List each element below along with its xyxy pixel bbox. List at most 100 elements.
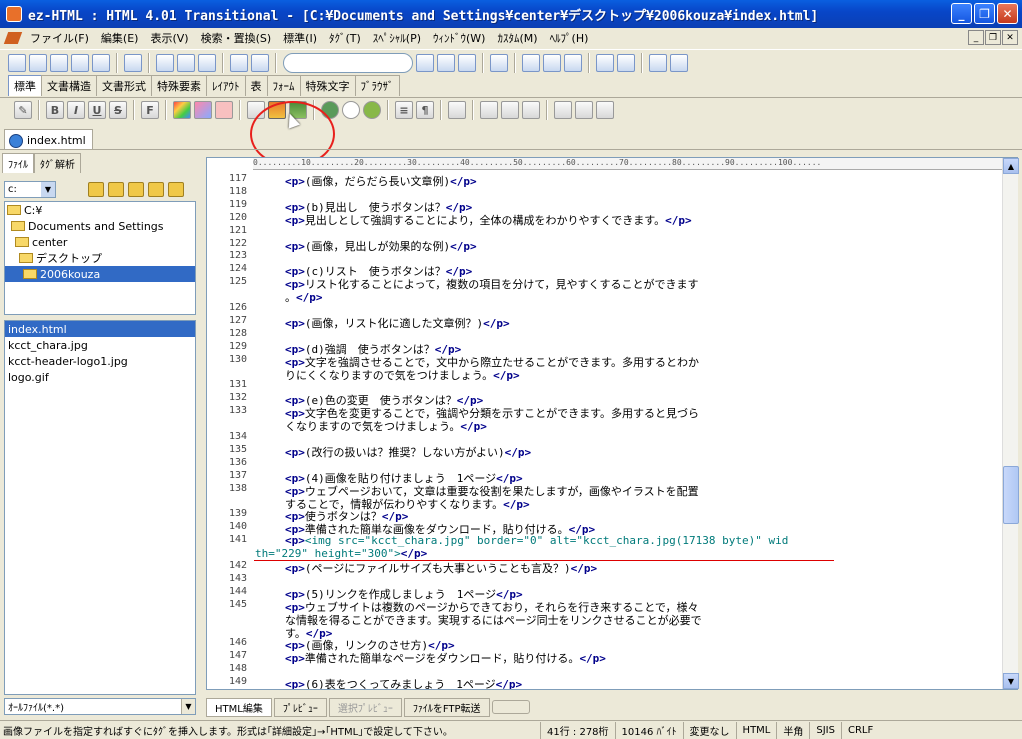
menu-custom[interactable]: ｶｽﾀﾑ(M)	[491, 30, 543, 46]
tab-special-chars[interactable]: 特殊文字	[299, 75, 356, 96]
code-line[interactable]: 134	[207, 431, 1007, 444]
tab-standard[interactable]: 標準	[8, 75, 42, 96]
scroll-up-icon[interactable]: ▲	[1003, 158, 1019, 174]
scroll-down-icon[interactable]: ▼	[1003, 673, 1019, 689]
tag-remove-icon[interactable]	[522, 101, 540, 119]
stop-tag-icon[interactable]	[596, 101, 614, 119]
code-line[interactable]: 。</p>	[207, 289, 1007, 304]
edit-icon[interactable]: ✎	[14, 101, 32, 119]
code-line[interactable]: 118	[207, 186, 1007, 199]
code-line[interactable]: 121	[207, 225, 1007, 238]
code-line[interactable]: 122 <p>(画像，見出しが効果的な例)</p>	[207, 238, 1007, 253]
restore-button[interactable]: ❐	[974, 3, 995, 24]
code-line[interactable]: 144 <p>(5)リンクを作成しましょう 1ページ</p>	[207, 586, 1007, 601]
tab-layout[interactable]: ﾚｲｱｳﾄ	[206, 75, 246, 96]
scrollbar-thumb[interactable]	[1003, 466, 1019, 524]
code-line[interactable]: 147 <p>準備された簡単なページをダウンロード，貼り付ける。</p>	[207, 650, 1007, 665]
tab-preview[interactable]: ﾌﾟﾚﾋﾞｭｰ	[273, 697, 327, 717]
open-folder-icon[interactable]	[29, 53, 47, 72]
menu-tag[interactable]: ﾀｸﾞ(T)	[323, 30, 367, 46]
paste-icon[interactable]	[198, 53, 216, 72]
menu-window[interactable]: ｳｨﾝﾄﾞｳ(W)	[427, 30, 491, 46]
file-filter-select[interactable]: ｵｰﾙﾌｧｲﾙ(*.*) ▼	[4, 698, 196, 715]
tab-tag-analysis[interactable]: ﾀｸﾞ解析	[34, 153, 81, 173]
undo-icon[interactable]	[230, 53, 248, 72]
save-icon[interactable]	[71, 53, 89, 72]
code-line[interactable]: 135 <p>(改行の扱いは？推奨？しない方がよい)</p>	[207, 444, 1007, 459]
tree-item-documents[interactable]: Documents and Settings	[5, 218, 195, 234]
paragraph-icon[interactable]: ¶	[416, 101, 434, 119]
list-item[interactable]: kcct_chara.jpg	[5, 337, 195, 353]
tree-item-center[interactable]: center	[5, 234, 195, 250]
font-button[interactable]: F	[141, 101, 159, 119]
strike-button[interactable]: S	[109, 101, 127, 119]
tree-item-2006kouza[interactable]: 2006kouza	[5, 266, 195, 282]
tab-selection-preview[interactable]: 選択ﾌﾟﾚﾋﾞｭｰ	[328, 697, 402, 717]
code-line[interactable]: 136	[207, 457, 1007, 470]
code-line[interactable]: くなりますので気をつけましょう。</p>	[207, 418, 1007, 433]
bold-button[interactable]: B	[46, 101, 64, 119]
code-line[interactable]: th="229" height="300"></p>	[207, 547, 1007, 560]
tab-form[interactable]: ﾌｫｰﾑ	[266, 75, 301, 96]
mdi-minimize-button[interactable]: _	[968, 30, 984, 45]
search-input[interactable]	[283, 52, 413, 73]
code-line[interactable]: 148	[207, 663, 1007, 676]
tab-ftp-transfer[interactable]: ﾌｧｲﾙをFTP転送	[403, 697, 490, 717]
code-line[interactable]: 146 <p>(画像，リンクのさせ方)</p>	[207, 637, 1007, 652]
code-line[interactable]: することで，情報が伝わりやすくなります。</p>	[207, 496, 1007, 511]
code-line[interactable]: 139 <p>使うボタンは？</p>	[207, 508, 1007, 523]
tree-item-drive[interactable]: C:¥	[5, 202, 195, 218]
code-text[interactable]: <p><img src="kcct_chara.jpg" border="0" …	[285, 534, 788, 547]
tab-special-elements[interactable]: 特殊要素	[151, 75, 207, 96]
code-line[interactable]: 137 <p>(4)画像を貼り付けましょう 1ページ</p>	[207, 470, 1007, 485]
folder-up-icon[interactable]	[128, 181, 144, 197]
menu-file[interactable]: ファイル(F)	[24, 30, 95, 46]
tag-icon[interactable]	[501, 101, 519, 119]
code-line[interactable]: 142 <p>(ページにファイルサイズも大事ということも言及？)</p>	[207, 560, 1007, 575]
menu-edit[interactable]: 編集(E)	[95, 30, 145, 46]
folder-tree[interactable]: C:¥ Documents and Settings center デスクトップ…	[4, 201, 196, 315]
close-button[interactable]: ✕	[997, 3, 1018, 24]
compass-icon[interactable]	[363, 101, 381, 119]
save-all-icon[interactable]	[92, 53, 110, 72]
copy-icon[interactable]	[177, 53, 195, 72]
tab-browser[interactable]: ﾌﾞﾗｳｻﾞ	[354, 75, 400, 96]
tab-format[interactable]: 文書形式	[96, 75, 152, 96]
tree-item-desktop[interactable]: デスクトップ	[5, 250, 195, 266]
document-tab-index[interactable]: index.html	[4, 129, 93, 149]
stop-icon[interactable]	[50, 53, 68, 72]
code-text[interactable]: <p>(6)表をつくってみましょう 1ページ</p>	[285, 676, 522, 689]
code-line[interactable]: 119 <p>(b)見出し 使うボタンは？</p>	[207, 199, 1007, 214]
code-line[interactable]: 129 <p>(d)強調 使うボタンは？</p>	[207, 341, 1007, 356]
mdi-restore-button[interactable]: ❐	[985, 30, 1001, 45]
arrow-out-icon[interactable]	[575, 101, 593, 119]
code-line[interactable]: 138 <p>ウェブページおいて，文章は重要な役割を果たしますが，画像やイラストを…	[207, 483, 1007, 498]
code-editor[interactable]: 0.........10.........20.........30......…	[206, 157, 1018, 690]
code-line[interactable]: す。</p>	[207, 625, 1007, 640]
underline-button[interactable]: U	[88, 101, 106, 119]
cascade-icon[interactable]	[522, 53, 540, 72]
tile-horizontal-icon[interactable]	[543, 53, 561, 72]
folder-search-icon[interactable]	[148, 181, 164, 197]
menu-special[interactable]: ｽﾍﾟｼｬﾙ(P)	[367, 30, 427, 46]
code-line[interactable]: 127 <p>(画像，リスト化に適した文章例？)</p>	[207, 315, 1007, 330]
tab-file[interactable]: ﾌｧｲﾙ	[2, 153, 34, 173]
folder-new-icon[interactable]	[88, 181, 104, 197]
file-list[interactable]: index.html kcct_chara.jpg kcct-header-lo…	[4, 320, 196, 695]
redo-icon[interactable]	[251, 53, 269, 72]
code-line[interactable]: 131	[207, 379, 1007, 392]
arrow-in-icon[interactable]	[554, 101, 572, 119]
horizontal-rule-icon[interactable]: ≡	[395, 101, 413, 119]
folder-open-icon[interactable]	[108, 181, 124, 197]
code-text[interactable]: th="229" height="300"></p>	[255, 547, 427, 560]
menu-view[interactable]: 表示(V)	[144, 30, 194, 46]
minimize-button[interactable]: _	[951, 3, 972, 24]
pencil-icon[interactable]	[480, 101, 498, 119]
new-file-icon[interactable]	[8, 53, 26, 72]
color-palette-icon[interactable]	[173, 101, 191, 119]
background-color-icon[interactable]	[194, 101, 212, 119]
code-line[interactable]: 117 <p>(画像，だらだら長い文章例)</p>	[207, 173, 1007, 188]
folder-refresh-icon[interactable]	[168, 181, 184, 197]
vertical-scrollbar[interactable]: ▲ ▼	[1002, 158, 1019, 689]
menu-search[interactable]: 検索・置換(S)	[195, 30, 278, 46]
